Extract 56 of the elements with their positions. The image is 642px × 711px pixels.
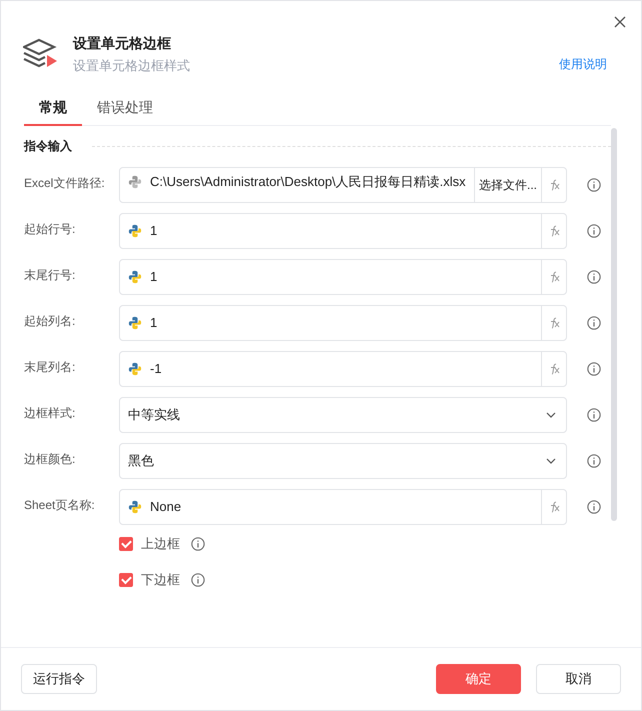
chevron-down-icon: [546, 456, 556, 466]
info-icon[interactable]: [587, 454, 601, 468]
field-value: 1: [150, 314, 158, 332]
cancel-button[interactable]: 取消: [536, 664, 621, 694]
field-value: None: [150, 498, 182, 516]
info-icon[interactable]: [587, 224, 601, 238]
input-field[interactable]: 1: [119, 305, 567, 341]
field-value: C:\Users\Administrator\Desktop\人民日报每日精读.xlsx: [150, 173, 466, 191]
input-field[interactable]: C:\Users\Administrator\Desktop\人民日报每日精读.xlsx 选择文件...: [119, 167, 567, 203]
section-title: 指令输入: [24, 138, 72, 155]
chevron-down-icon: [546, 410, 556, 420]
dialog-title: 设置单元格边框: [73, 35, 172, 53]
checkbox[interactable]: [119, 573, 133, 587]
python-icon: [128, 316, 142, 330]
info-icon[interactable]: [587, 500, 601, 514]
field-label: Sheet页名称:: [24, 497, 96, 514]
info-icon[interactable]: [191, 573, 205, 587]
field-value: 中等实线: [128, 406, 180, 424]
field-label: 起始行号:: [24, 221, 76, 238]
field-value: 1: [150, 222, 158, 240]
info-icon[interactable]: [587, 362, 601, 376]
python-icon: [128, 500, 142, 514]
field-label: 边框样式:: [24, 405, 76, 422]
input-field[interactable]: -1: [119, 351, 567, 387]
checkbox-label: 上边框: [141, 535, 180, 553]
dropdown[interactable]: 黑色: [119, 443, 567, 479]
field-label: 末尾列名:: [24, 359, 76, 376]
dropdown[interactable]: 中等实线: [119, 397, 567, 433]
field-label: Excel文件路径:: [24, 175, 106, 192]
input-field[interactable]: 1: [119, 259, 567, 295]
input-field[interactable]: None: [119, 489, 567, 525]
tab[interactable]: 常规: [24, 99, 82, 126]
scrollbar[interactable]: [611, 128, 617, 521]
help-link[interactable]: 使用说明: [559, 56, 607, 73]
close-icon[interactable]: [613, 15, 627, 29]
info-icon[interactable]: [587, 270, 601, 284]
python-icon: [128, 224, 142, 238]
run-command-button[interactable]: 运行指令: [21, 664, 97, 694]
field-value: 黑色: [128, 452, 154, 470]
info-icon[interactable]: [587, 316, 601, 330]
field-label: 边框颜色:: [24, 451, 76, 468]
field-value: -1: [150, 360, 162, 378]
dialog-subtitle: 设置单元格边框样式: [73, 57, 191, 75]
info-icon[interactable]: [587, 178, 601, 192]
info-icon[interactable]: [587, 408, 601, 422]
checkbox[interactable]: [119, 537, 133, 551]
field-label: 起始列名:: [24, 313, 76, 330]
python-icon: [128, 362, 142, 376]
field-label: 末尾行号:: [24, 267, 76, 284]
info-icon[interactable]: [191, 537, 205, 551]
python-icon: [128, 175, 142, 189]
field-value: 1: [150, 268, 158, 286]
input-field[interactable]: 1: [119, 213, 567, 249]
tab[interactable]: 错误处理: [82, 99, 168, 126]
checkbox-label: 下边框: [141, 571, 180, 589]
python-icon: [128, 270, 142, 284]
